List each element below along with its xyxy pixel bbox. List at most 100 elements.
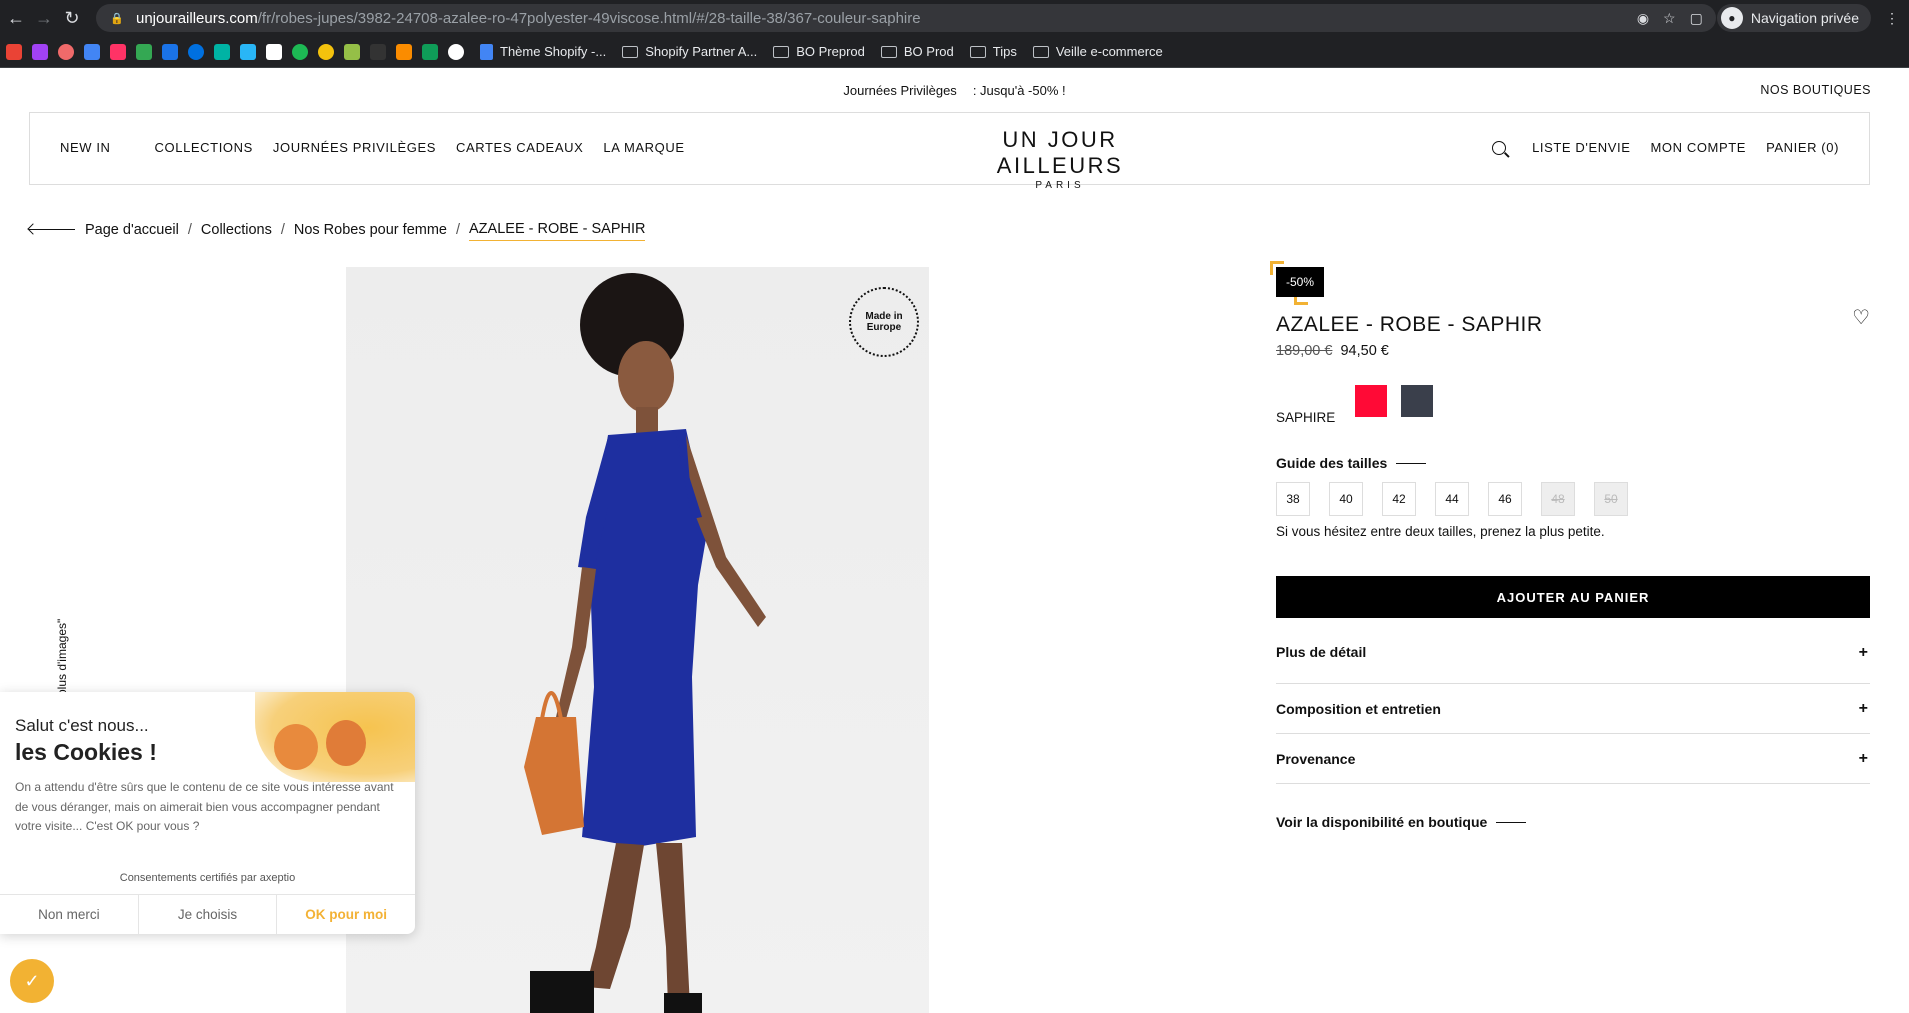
size-option[interactable]: 40 xyxy=(1329,482,1363,516)
lock-icon: 🔒 xyxy=(110,13,124,25)
size-option[interactable]: 42 xyxy=(1382,482,1416,516)
size-option[interactable]: 44 xyxy=(1435,482,1469,516)
bookmark-shopify-partner[interactable]: Shopify Partner A... xyxy=(622,44,757,59)
app-icon[interactable] xyxy=(32,43,48,60)
folder-icon xyxy=(969,45,986,58)
folder-icon xyxy=(880,45,897,58)
breadcrumb-category[interactable]: Nos Robes pour femme xyxy=(294,222,447,238)
swatch-navy[interactable] xyxy=(1401,385,1434,417)
sidepanel-icon[interactable]: ▢ xyxy=(1690,10,1703,27)
tools-icon[interactable] xyxy=(396,43,412,60)
shopify-icon[interactable] xyxy=(344,43,360,60)
nav-collections[interactable]: COLLECTIONS xyxy=(155,140,253,155)
bookmark-star-icon[interactable]: ☆ xyxy=(1663,10,1676,27)
cookie-choose-button[interactable]: Je choisis xyxy=(139,895,278,934)
paypal-icon[interactable] xyxy=(188,43,204,60)
private-profile-button[interactable]: ● Navigation privée xyxy=(1716,4,1871,32)
breadcrumb-current: AZALEE - ROBE - SAPHIR xyxy=(469,221,646,241)
nav-new-in[interactable]: NEW IN xyxy=(60,140,111,155)
store-availability-link[interactable]: Voir la disponibilité en boutique xyxy=(1276,814,1870,830)
color-selector: SAPHIRE xyxy=(1276,385,1870,425)
accordion-details[interactable]: Plus de détail + xyxy=(1276,644,1870,684)
product-info: -50% AZALEE - ROBE - SAPHIR ♡ 189,00 € 9… xyxy=(1270,261,1870,830)
url-path: /fr/robes-jupes/3982-24708-azalee-ro-47p… xyxy=(257,9,921,27)
nav-wishlist[interactable]: LISTE D'ENVIE xyxy=(1532,140,1630,155)
cookie-accept-button[interactable]: OK pour moi xyxy=(277,895,415,934)
analytics-icon[interactable] xyxy=(162,43,178,60)
notion-icon[interactable] xyxy=(266,43,282,60)
bookmark-bo-prod[interactable]: BO Prod xyxy=(880,44,954,59)
made-in-europe-badge: Made in Europe xyxy=(849,287,919,357)
private-label: Navigation privée xyxy=(1750,10,1859,26)
nav-cart[interactable]: PANIER (0) xyxy=(1766,140,1839,155)
accordion-label: Composition et entretien xyxy=(1276,700,1441,717)
breadcrumb-collections[interactable]: Collections xyxy=(201,222,272,238)
gmail-icon[interactable] xyxy=(6,43,22,60)
model-illustration xyxy=(524,273,766,1013)
nav-marque[interactable]: LA MARQUE xyxy=(603,140,684,155)
site-header: NEW IN COLLECTIONS JOURNÉES PRIVILÈGES C… xyxy=(29,112,1870,191)
tracking-off-icon[interactable]: ◉ xyxy=(1637,10,1649,27)
stores-link[interactable]: NOS BOUTIQUES xyxy=(1760,83,1871,97)
n-icon[interactable] xyxy=(318,43,334,60)
size-option[interactable]: 38 xyxy=(1276,482,1310,516)
cookie-text: On a attendu d'être sûrs que le contenu … xyxy=(15,780,394,833)
discount-label: -50% xyxy=(1276,267,1325,297)
menu-icon[interactable]: ⋮ xyxy=(1885,10,1899,27)
accordion-provenance[interactable]: Provenance + xyxy=(1276,734,1870,784)
bookmark-veille[interactable]: Veille e-commerce xyxy=(1032,44,1163,59)
product-accordion: Plus de détail + Composition et entretien… xyxy=(1276,644,1870,784)
nav-cartes[interactable]: CARTES CADEAUX xyxy=(456,140,583,155)
cookie-settings-icon[interactable]: ✓ xyxy=(10,959,54,1003)
bookmark-tips[interactable]: Tips xyxy=(969,44,1017,59)
back-arrow-icon[interactable] xyxy=(29,229,75,230)
bookmark-bo-preprod[interactable]: BO Preprod xyxy=(773,44,865,59)
accordion-label: Provenance xyxy=(1276,750,1356,767)
cloud-icon[interactable] xyxy=(240,43,256,60)
size-option[interactable]: 46 xyxy=(1488,482,1522,516)
back-icon[interactable]: ← xyxy=(2,4,30,32)
bookmark-shopify-theme[interactable]: Thème Shopify -... xyxy=(480,43,606,60)
circle-app-icon[interactable] xyxy=(448,43,464,60)
cookie-refuse-button[interactable]: Non merci xyxy=(0,895,139,934)
bookmarks-bar: Thème Shopify -... Shopify Partner A... … xyxy=(0,36,1909,68)
promo-title[interactable]: Journées Privilèges xyxy=(843,83,956,98)
bookmark-label: Shopify Partner A... xyxy=(645,44,758,59)
bookmark-label: Veille e-commerce xyxy=(1055,44,1163,59)
address-bar[interactable]: 🔒 unjourailleurs.com/fr/robes-jupes/3982… xyxy=(96,4,1716,32)
size-selector: 38 40 42 44 46 48 50 xyxy=(1276,482,1870,516)
product-photo[interactable]: Made in Europe xyxy=(346,267,929,1013)
drive-icon[interactable] xyxy=(136,43,152,60)
nav-account[interactable]: MON COMPTE xyxy=(1651,140,1747,155)
doc-icon xyxy=(480,43,493,60)
swatch-red[interactable] xyxy=(1355,385,1388,417)
bookmark-label: BO Preprod xyxy=(796,44,865,59)
search-icon[interactable] xyxy=(1492,140,1507,155)
sheets-plus-icon[interactable] xyxy=(422,43,438,60)
add-to-cart-button[interactable]: AJOUTER AU PANIER xyxy=(1276,576,1870,618)
cookie-certification[interactable]: Consentements certifiés par axeptio xyxy=(0,872,415,884)
calendar-icon[interactable] xyxy=(84,43,100,60)
browser-toolbar: ← → ↻ 🔒 unjourailleurs.com/fr/robes-jupe… xyxy=(0,0,1909,36)
breadcrumb-home[interactable]: Page d'accueil xyxy=(85,222,179,238)
account-nav: LISTE D'ENVIE MON COMPTE PANIER (0) xyxy=(1492,140,1839,155)
accordion-label: Plus de détail xyxy=(1276,644,1367,660)
dots-icon[interactable] xyxy=(214,43,230,60)
wishlist-heart-icon[interactable]: ♡ xyxy=(1852,305,1870,330)
cookie-actions: Non merci Je choisis OK pour moi xyxy=(0,894,415,934)
size-hint: Si vous hésitez entre deux tailles, pren… xyxy=(1276,524,1605,539)
size-guide-link[interactable]: Guide des tailles xyxy=(1276,455,1870,471)
spotify-icon[interactable] xyxy=(292,43,308,60)
invision-icon[interactable] xyxy=(110,43,126,60)
more-images-link[interactable]: plus d'images" xyxy=(55,619,69,696)
bk-icon[interactable] xyxy=(370,43,386,60)
accordion-composition[interactable]: Composition et entretien + xyxy=(1276,684,1870,734)
asana-icon[interactable] xyxy=(58,43,74,60)
bookmark-label: BO Prod xyxy=(903,44,954,59)
promo-bar: Journées Privilèges : Jusqu'à -50% ! xyxy=(0,68,1909,112)
nav-journees[interactable]: JOURNÉES PRIVILÈGES xyxy=(273,140,436,155)
site-logo[interactable]: UN JOUR AILLEURS PARIS xyxy=(960,127,1160,191)
plus-icon: + xyxy=(1858,699,1868,717)
forward-icon[interactable]: → xyxy=(30,4,58,32)
reload-icon[interactable]: ↻ xyxy=(58,4,86,32)
